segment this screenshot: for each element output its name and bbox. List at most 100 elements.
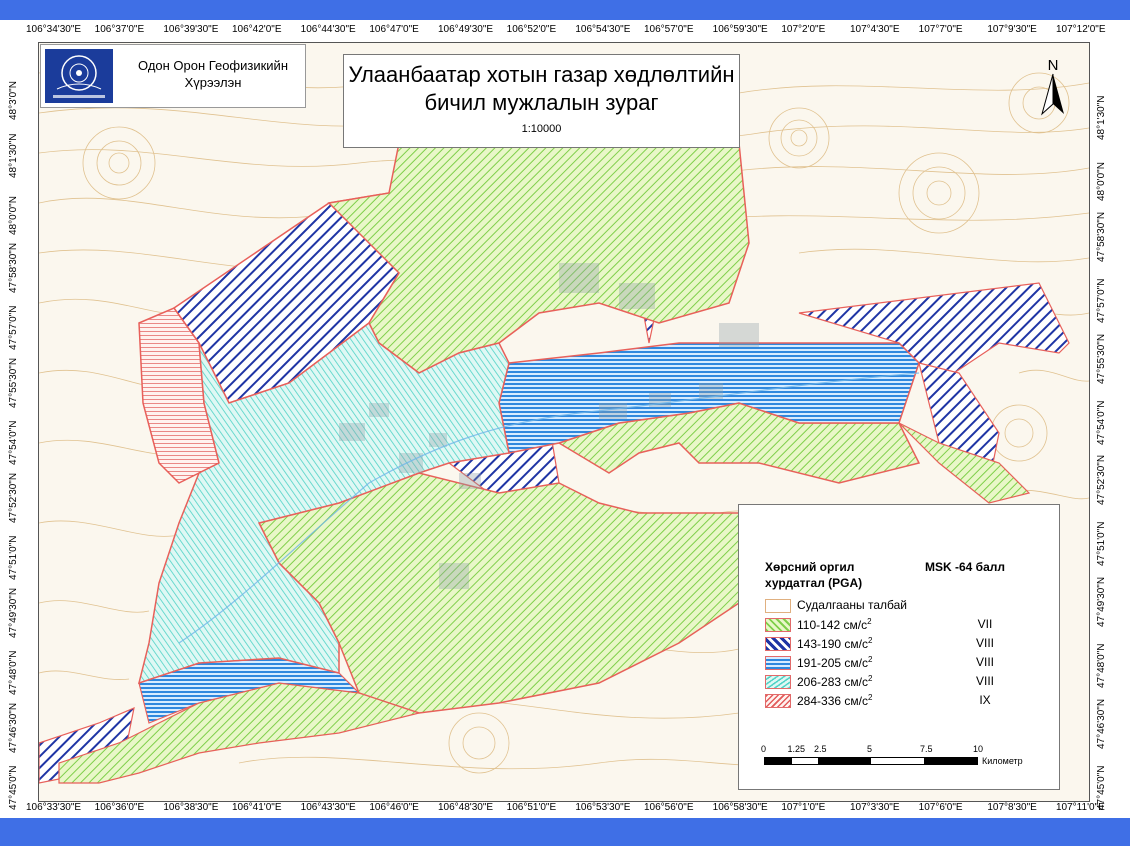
legend-label-text: 110-142 см/с [797,618,868,632]
legend-item: 191-205 см/с2 VIII [765,654,1045,672]
legend-msk-value: VIII [975,636,994,650]
graticule-label: 47°57'0"N [8,305,19,351]
legend-item: Судалгааны талбай [765,597,1045,615]
legend-swatch [765,637,791,651]
graticule-label: 106°52'0"E [506,24,557,35]
graticule-label: 107°9'30"E [987,24,1037,35]
institute-block: Одон Орон Геофизикийн Хүрээлэн [40,44,306,108]
graticule-label: 47°45'0"N [1096,765,1107,811]
graticule-label: 107°12'0"E [1056,24,1106,35]
scale-bar-segment [871,758,924,764]
graticule-label: 106°58'30"E [712,802,768,813]
graticule-label: 106°33'30"E [26,802,82,813]
graticule-label: 106°59'30"E [712,24,768,35]
top-blue-band [0,0,1130,20]
scale-bar-tick-label: 5 [867,744,873,754]
academy-emblem-icon [45,49,113,103]
scale-bar-segment [791,758,818,764]
graticule-label: 106°51'0"E [506,802,557,813]
scale-bar-tick-label: 2.5 [814,744,827,754]
legend-label: 206-283 см/с2 [797,674,872,689]
graticule-label: 106°42'0"E [232,24,282,35]
graticule-label: 106°46'0"E [369,802,419,813]
legend-msk-value: IX [979,693,991,707]
legend-msk-value: VIII [975,655,994,669]
scale-bar-tick-label: 10 [973,744,984,754]
institute-name: Одон Орон Геофизикийн Хүрээлэн [121,57,305,91]
graticule-label: 107°7'0"E [918,24,963,35]
scale-bar: 0 1.25 2.5 5 7.5 10 Километр [761,744,1032,770]
legend-label-superscript: 2 [867,674,873,683]
graticule-label: 106°38'30"E [163,802,219,813]
map-title-line1: Улаанбаатар хотын газар хөдлөлтийн [348,62,735,87]
graticule-label: 47°52'30"N [1096,455,1107,506]
scale-bar-segment [765,758,792,764]
graticule-label: 106°36'0"E [94,802,145,813]
legend-msk-value: VII [977,617,993,631]
legend-header-msk: MSK -64 балл [925,560,1006,574]
graticule-label: 106°34'30"E [26,24,82,35]
graticule-label: 47°51'0"N [8,535,19,581]
legend-label: 191-205 см/с2 [797,655,872,670]
graticule-label: 48°3'0"N [8,81,19,120]
graticule-label: 106°49'30"E [438,24,494,35]
north-arrow-icon: N [1036,56,1070,122]
graticule-label: 107°8'30"E [987,802,1037,813]
north-label: N [1048,57,1059,74]
legend-label: 110-142 см/с2 [797,617,872,632]
graticule-label: 48°0'0"N [8,196,19,235]
legend-item: 284-336 см/с2 IX [765,692,1045,710]
legend-label-superscript: 2 [867,636,873,645]
legend-swatch [765,675,791,689]
graticule-label: 107°1'0"E [781,802,826,813]
legend-msk-value: VIII [975,674,994,688]
graticule-label: 107°6'0"E [918,802,963,813]
graticule-label: 106°56'0"E [644,802,694,813]
graticule-label: 47°45'0"N [8,765,19,811]
scale-bar-unit: Километр [982,756,1023,766]
legend-swatch [765,599,791,613]
graticule-label: 106°37'0"E [94,24,145,35]
legend-label-text: 143-190 см/с [797,637,868,651]
legend-label: Судалгааны талбай [797,598,907,612]
scale-bar-tick-label: 7.5 [920,744,933,754]
graticule-label: 106°44'30"E [300,24,356,35]
legend-swatch [765,694,791,708]
institute-name-line1: Одон Орон Геофизикийн [138,58,288,73]
graticule-label: 107°4'30"E [850,24,900,35]
graticule-label: 106°53'30"E [575,802,631,813]
legend-header-pga: Хөрсний оргил хурдатгал (PGA) [765,559,862,591]
graticule-label: 47°54'0"N [8,420,19,466]
graticule-label: 106°57'0"E [644,24,694,35]
legend-header-pga-line2: хурдатгал (PGA) [765,576,863,590]
graticule-label: 47°54'0"N [1096,400,1107,445]
title-block: Улаанбаатар хотын газар хөдлөлтийн бичил… [343,54,740,148]
map-scale: 1:10000 [521,123,562,135]
graticule-label: 47°52'30"N [8,472,19,523]
bottom-blue-band [0,818,1130,846]
scale-bar-segment [818,758,871,764]
map-title: Улаанбаатар хотын газар хөдлөлтийн бичил… [344,61,739,117]
legend-swatch [765,656,791,670]
legend-label: 284-336 см/с2 [797,693,872,708]
graticule-label: 48°1'30"N [8,133,19,178]
graticule-label: 106°47'0"E [369,24,419,35]
legend-label-text: 206-283 см/с [797,675,868,689]
graticule-label: 106°54'30"E [575,24,631,35]
graticule-label: 47°48'0"N [8,650,19,696]
graticule-label: 48°0'0"N [1096,161,1107,201]
graticule-label: 47°55'30"N [1096,333,1107,384]
legend-label-text: Судалгааны талбай [797,598,908,612]
legend-label-superscript: 2 [867,693,873,702]
map-title-line2: бичил мужлалын зураг [424,90,659,115]
graticule-label: 47°49'30"N [1096,577,1107,628]
graticule-label: 106°41'0"E [232,802,282,813]
graticule-label: 47°58'30"N [8,242,19,293]
legend-label-superscript: 2 [867,655,873,664]
graticule-label: 107°3'30"E [850,802,900,813]
scale-bar-segment [924,758,977,764]
graticule-label: 106°39'30"E [163,24,219,35]
graticule-label: 48°1'30"N [1096,95,1107,141]
legend-item: 110-142 см/с2 VII [765,616,1045,634]
legend-label-text: 284-336 см/с [797,694,868,708]
